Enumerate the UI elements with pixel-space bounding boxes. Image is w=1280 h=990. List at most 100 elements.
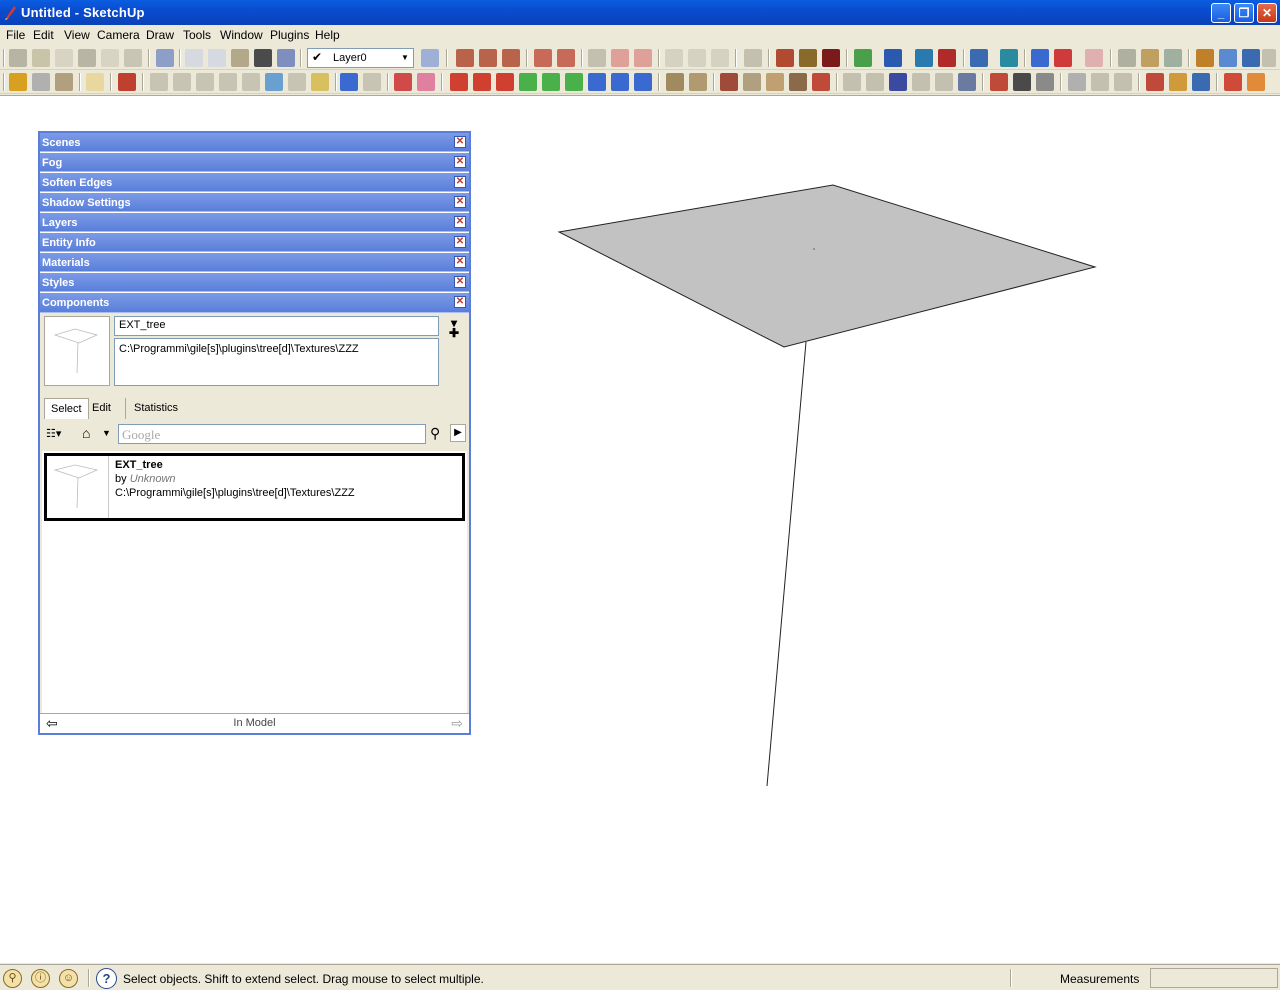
star-icon[interactable] [1114, 73, 1132, 91]
plugin-texture-4-icon[interactable] [743, 73, 761, 91]
plugin-box-2-icon[interactable] [866, 73, 884, 91]
help-icon[interactable]: ? [96, 968, 117, 989]
plugin-move-up-icon[interactable] [915, 49, 933, 67]
close-icon[interactable]: ✕ [454, 196, 466, 208]
shadows-icon[interactable] [665, 49, 683, 67]
arc-icon[interactable] [219, 73, 237, 91]
fog-icon[interactable] [688, 49, 706, 67]
sketchup-app-icon[interactable] [3, 4, 17, 20]
close-icon[interactable]: ✕ [454, 136, 466, 148]
walk-icon[interactable] [588, 49, 606, 67]
plugin-blue-1-icon[interactable] [588, 73, 606, 91]
plugin-texture-3-icon[interactable] [720, 73, 738, 91]
plugin-triangle-2-icon[interactable] [889, 73, 907, 91]
shaded-textures-icon[interactable] [254, 49, 272, 67]
plugin-green-1-icon[interactable] [519, 73, 537, 91]
panel-header-shadow-settings[interactable]: Shadow Settings ✕ [40, 193, 469, 212]
credits-icon[interactable]: ⓘ [31, 969, 50, 988]
sandbox-contours-icon[interactable] [456, 49, 474, 67]
polygon-icon[interactable] [196, 73, 214, 91]
panel-header-scenes[interactable]: Scenes ✕ [40, 133, 469, 152]
menu-view[interactable]: View [64, 28, 90, 42]
tape-measure-icon[interactable] [394, 73, 412, 91]
plugin-pen-2-icon[interactable] [1169, 73, 1187, 91]
plugin-red-2-icon[interactable] [473, 73, 491, 91]
tab-edit[interactable]: Edit [86, 398, 126, 419]
panel-header-styles[interactable]: Styles ✕ [40, 273, 469, 292]
top-view-icon[interactable] [32, 49, 50, 67]
menu-window[interactable]: Window [220, 28, 263, 42]
plugin-texture-5-icon[interactable] [766, 73, 784, 91]
plugin-shape-2-icon[interactable] [1141, 49, 1159, 67]
restore-button[interactable]: ❐ [1234, 3, 1254, 23]
wireframe-icon[interactable] [185, 49, 203, 67]
chevron-down-icon[interactable]: ▼ [399, 51, 411, 65]
plugin-ruby-1-icon[interactable] [1224, 73, 1242, 91]
position-camera-icon[interactable] [990, 73, 1008, 91]
shaded-icon[interactable] [231, 49, 249, 67]
plugin-line-icon[interactable] [970, 49, 988, 67]
tab-statistics[interactable]: Statistics [128, 398, 184, 419]
circle-icon[interactable] [173, 73, 191, 91]
plugin-texture-7-icon[interactable] [812, 73, 830, 91]
user-icon[interactable]: ☺ [59, 969, 78, 988]
look-around-icon[interactable] [1036, 73, 1054, 91]
hidden-line-icon[interactable] [208, 49, 226, 67]
ground-face[interactable] [557, 184, 1097, 348]
soften-icon[interactable] [711, 49, 729, 67]
orbit-icon[interactable] [534, 49, 552, 67]
panel-header-layers[interactable]: Layers ✕ [40, 213, 469, 232]
close-icon[interactable]: ✕ [454, 296, 466, 308]
close-button[interactable]: ✕ [1257, 3, 1277, 23]
explode-icon[interactable] [55, 73, 73, 91]
plugin-pen-1-icon[interactable] [1146, 73, 1164, 91]
section-plane-icon[interactable] [611, 49, 629, 67]
panel-header-soften-edges[interactable]: Soften Edges ✕ [40, 173, 469, 192]
minimize-button[interactable]: _ [1211, 3, 1231, 23]
panel-header-entity-info[interactable]: Entity Info ✕ [40, 233, 469, 252]
back-view-icon[interactable] [101, 49, 119, 67]
plugin-erase-icon[interactable] [1085, 49, 1103, 67]
component-name-field[interactable]: EXT_tree [114, 316, 439, 336]
panel-header-materials[interactable]: Materials ✕ [40, 253, 469, 272]
plugin-triangle-icon[interactable] [1000, 49, 1018, 67]
iso-view-icon[interactable] [9, 49, 27, 67]
tab-select[interactable]: Select [44, 398, 89, 419]
menu-camera[interactable]: Camera [97, 28, 140, 42]
dimensions-icon[interactable] [744, 49, 762, 67]
footprints-icon[interactable] [1013, 73, 1031, 91]
details-arrow-icon[interactable]: ▶ [450, 424, 466, 442]
plugin-pen-3-icon[interactable] [1192, 73, 1210, 91]
plugin-shape-3-icon[interactable] [1164, 49, 1182, 67]
plugin-blue-2-icon[interactable] [611, 73, 629, 91]
redo-icon[interactable] [1054, 49, 1072, 67]
plugin-green-2-icon[interactable] [542, 73, 560, 91]
component-icon[interactable] [9, 73, 27, 91]
plugin-blue-3-icon[interactable] [634, 73, 652, 91]
plugin-red-1-icon[interactable] [450, 73, 468, 91]
select-lasso-icon[interactable] [86, 73, 104, 91]
menu-file[interactable]: File [6, 28, 25, 42]
group-icon[interactable] [32, 73, 50, 91]
plugin-terrain-icon[interactable] [958, 73, 976, 91]
monochrome-icon[interactable] [277, 49, 295, 67]
search-icon[interactable]: ⚲ [430, 425, 440, 442]
rotate-icon[interactable] [340, 73, 358, 91]
plugin-box-1-icon[interactable] [843, 73, 861, 91]
plugin-misc-2-icon[interactable] [1091, 73, 1109, 91]
menu-tools[interactable]: Tools [183, 28, 211, 42]
sandbox-scratch-icon[interactable] [479, 49, 497, 67]
offset-icon[interactable] [311, 73, 329, 91]
plugin-shape-5-icon[interactable] [1219, 49, 1237, 67]
forward-arrow-icon[interactable]: ⇨ [451, 715, 463, 732]
close-icon[interactable]: ✕ [454, 256, 466, 268]
menu-edit[interactable]: Edit [33, 28, 54, 42]
plugin-lines-icon[interactable] [912, 73, 930, 91]
menu-draw[interactable]: Draw [146, 28, 174, 42]
section-cut-icon[interactable] [634, 49, 652, 67]
view-options-icon[interactable]: ☷▾ [46, 427, 61, 440]
plugin-axis-icon[interactable] [884, 49, 902, 67]
sandbox-smoove-icon[interactable] [502, 49, 520, 67]
plugin-texture-6-icon[interactable] [789, 73, 807, 91]
list-item[interactable]: EXT_tree by Unknown C:\Programmi\gile[s]… [44, 453, 465, 521]
